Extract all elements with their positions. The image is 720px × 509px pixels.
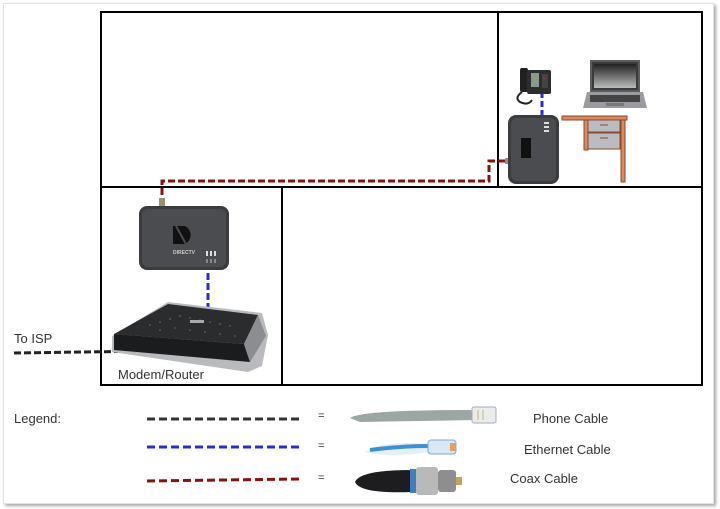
modem-router-label: Modem/Router: [118, 367, 204, 382]
phone-cable-icon: [350, 406, 497, 424]
directv-adapter-icon: DIRECTV: [139, 198, 229, 270]
floor-plan-diagram: DIRECTV: [13, 11, 703, 495]
laptop-icon: [583, 60, 647, 108]
room-bottom-right: [281, 186, 703, 386]
desk-phone-icon: [516, 68, 551, 105]
desk-icon: [561, 115, 628, 183]
office-directv-adapter-icon: [505, 115, 559, 184]
coax-cable-icon: [355, 467, 462, 495]
legend-equals-phone: =: [318, 410, 325, 422]
to-isp-label: To ISP: [14, 331, 53, 346]
legend-coax-line: [146, 477, 301, 483]
legend-phone-cable-label: Phone Cable: [533, 411, 609, 426]
legend-ethernet-cable-label: Ethernet Cable: [524, 442, 611, 457]
svg-text:DIRECTV: DIRECTV: [173, 250, 196, 256]
room-top-left: [100, 11, 499, 188]
legend-coax-cable-label: Coax Cable: [510, 471, 578, 486]
legend-title: Legend:: [14, 411, 61, 426]
coax-cable-line: [160, 159, 508, 205]
legend-equals-ethernet: =: [318, 440, 325, 452]
ethernet-cable-icon: [365, 439, 457, 455]
modem-router-icon: [112, 302, 268, 372]
legend-equals-coax: =: [318, 472, 325, 484]
legend-lines: [146, 417, 301, 483]
